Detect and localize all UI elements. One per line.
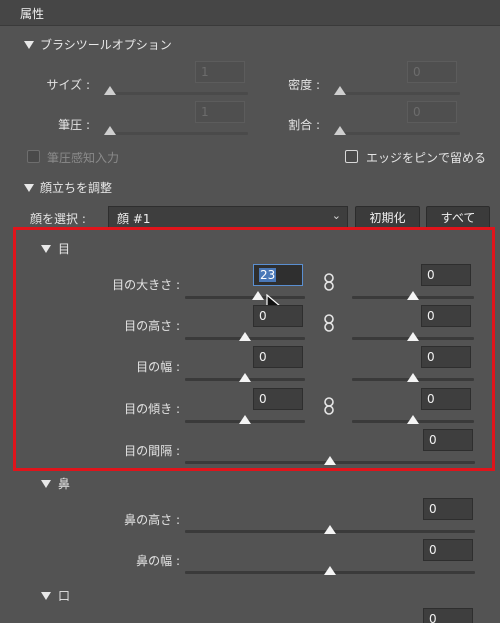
nose-width-label: 鼻の幅 : — [136, 554, 180, 568]
eye-tilt-left-thumb[interactable] — [239, 415, 251, 424]
size-slider-thumb[interactable] — [104, 86, 116, 95]
size-label: サイズ : — [46, 78, 91, 92]
eye-size-right-field[interactable]: 0 — [421, 264, 471, 286]
link-icon[interactable] — [323, 273, 335, 291]
eye-size-left-field[interactable]: 23 — [253, 264, 303, 286]
eye-size-left-thumb[interactable] — [252, 291, 264, 300]
eye-size-left-track[interactable] — [185, 296, 305, 299]
section-title-eyes[interactable]: 目 — [58, 240, 70, 257]
pressure-field[interactable]: 1 — [195, 101, 245, 123]
edge-pin-checkbox[interactable] — [345, 150, 358, 163]
eye-distance-field[interactable]: 0 — [423, 429, 473, 451]
eye-distance-label: 目の間隔 : — [124, 444, 180, 458]
eye-size-left-value: 23 — [259, 268, 277, 282]
density-field[interactable]: 0 — [407, 61, 457, 83]
eye-height-label: 目の高さ : — [124, 319, 180, 333]
eye-height-right-thumb[interactable] — [407, 332, 419, 341]
eye-tilt-left-field[interactable]: 0 — [253, 388, 303, 410]
ratio-label: 割合 : — [288, 118, 320, 132]
eye-tilt-label: 目の傾き : — [124, 402, 180, 416]
eye-size-label: 目の大きさ : — [112, 278, 180, 292]
pressure-label: 筆圧 : — [58, 118, 90, 132]
ratio-slider-track[interactable] — [338, 132, 460, 135]
size-field[interactable]: 1 — [195, 61, 245, 83]
eye-width-label: 目の幅 : — [136, 360, 180, 374]
density-slider-thumb[interactable] — [334, 86, 346, 95]
nose-width-thumb[interactable] — [324, 566, 336, 575]
collapse-triangle-icon[interactable] — [41, 480, 51, 488]
pressure-slider-thumb[interactable] — [104, 126, 116, 135]
mouth-field[interactable]: 0 — [423, 608, 473, 623]
size-slider-track[interactable] — [108, 92, 248, 95]
face-select-label: 顔を選択 : — [30, 212, 86, 226]
chevron-down-icon: ⌄ — [331, 209, 341, 222]
ratio-field[interactable]: 0 — [407, 101, 457, 123]
panel-title: 属性 — [20, 7, 45, 21]
eye-distance-thumb[interactable] — [324, 456, 336, 465]
collapse-triangle-icon[interactable] — [24, 41, 34, 49]
link-icon[interactable] — [323, 314, 335, 332]
nose-height-thumb[interactable] — [324, 525, 336, 534]
section-title-face-adjust[interactable]: 顔立ちを調整 — [40, 179, 112, 196]
eye-tilt-right-field[interactable]: 0 — [421, 388, 471, 410]
density-label: 密度 : — [288, 78, 320, 92]
eye-width-left-field[interactable]: 0 — [253, 346, 303, 368]
face-select-value: 顔 #1 — [117, 212, 151, 226]
pressure-sense-label: 筆圧感知入力 — [47, 151, 120, 165]
density-slider-track[interactable] — [338, 92, 460, 95]
nose-height-field[interactable]: 0 — [423, 498, 473, 520]
ratio-slider-thumb[interactable] — [334, 126, 346, 135]
eye-width-left-thumb[interactable] — [239, 373, 251, 382]
pressure-sense-checkbox[interactable] — [27, 150, 40, 163]
collapse-triangle-icon[interactable] — [41, 592, 51, 600]
face-select-dropdown[interactable]: 顔 #1 ⌄ — [108, 206, 348, 228]
eye-height-left-field[interactable]: 0 — [253, 305, 303, 327]
section-title-nose[interactable]: 鼻 — [58, 475, 70, 492]
eye-size-right-thumb[interactable] — [407, 291, 419, 300]
section-title-brush-options[interactable]: ブラシツールオプション — [40, 36, 172, 53]
section-title-mouth[interactable]: 口 — [58, 587, 70, 604]
eye-height-left-thumb[interactable] — [239, 332, 251, 341]
panel-header — [0, 0, 500, 26]
link-icon[interactable] — [323, 397, 335, 415]
eye-height-right-field[interactable]: 0 — [421, 305, 471, 327]
edge-pin-label: エッジをピンで留める — [366, 151, 487, 165]
eye-width-right-field[interactable]: 0 — [421, 346, 471, 368]
nose-width-field[interactable]: 0 — [423, 539, 473, 561]
eye-tilt-right-thumb[interactable] — [407, 415, 419, 424]
pressure-slider-track[interactable] — [108, 132, 248, 135]
collapse-triangle-icon[interactable] — [24, 184, 34, 192]
eye-width-right-thumb[interactable] — [407, 373, 419, 382]
collapse-triangle-icon[interactable] — [41, 245, 51, 253]
nose-height-label: 鼻の高さ : — [124, 513, 180, 527]
